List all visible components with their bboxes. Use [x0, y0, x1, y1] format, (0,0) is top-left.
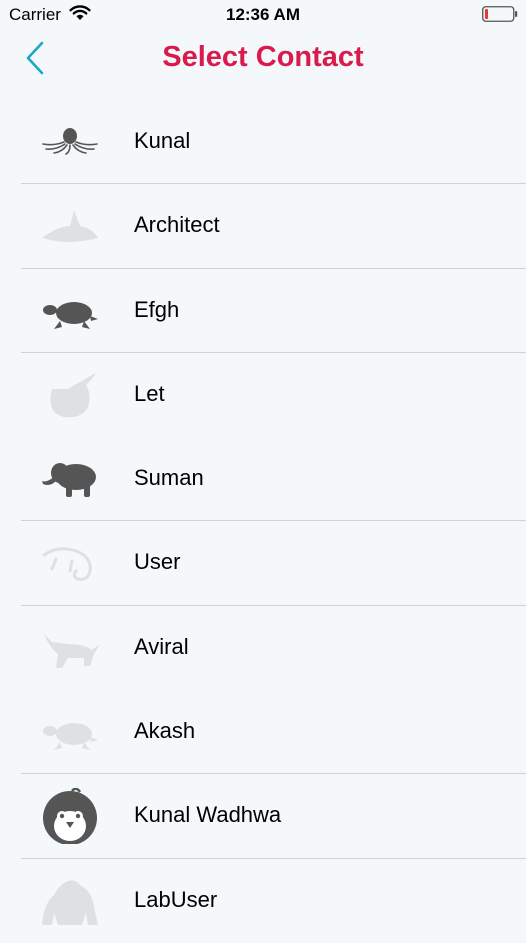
turtle-icon	[43, 301, 98, 329]
contact-name: Suman	[134, 465, 204, 491]
contact-name: Kunal Wadhwa	[134, 802, 282, 828]
contact-row-user[interactable]: User	[0, 521, 526, 607]
contact-name: LabUser	[134, 886, 218, 912]
turtle-icon	[43, 723, 98, 751]
penguin-icon	[43, 788, 97, 845]
contact-row-kunal-wadhwa[interactable]: Kunal Wadhwa	[0, 774, 526, 859]
gorilla-icon	[42, 880, 98, 925]
contact-row-aviral[interactable]: Aviral	[0, 606, 526, 690]
contact-row-kunal[interactable]: Kunal	[0, 100, 526, 185]
contact-list: Kunal Architect Efgh Let Suman User Avir…	[0, 100, 526, 943]
contact-row-suman[interactable]: Suman	[0, 437, 526, 522]
octopus-icon	[42, 128, 98, 155]
page-title: Select Contact	[162, 41, 364, 73]
contact-name: Aviral	[134, 633, 189, 659]
wolf-icon	[44, 633, 100, 668]
status-bar: Carrier 12:36 AM	[0, 0, 526, 30]
contact-row-let[interactable]: Let	[0, 353, 526, 437]
contact-name: User	[134, 549, 181, 575]
status-time: 12:36 AM	[225, 5, 300, 24]
whale-icon	[50, 372, 96, 418]
contact-row-akash[interactable]: Akash	[0, 690, 526, 775]
battery-low-icon	[482, 6, 518, 22]
contact-name: Architect	[134, 212, 220, 238]
contact-name: Efgh	[134, 296, 180, 322]
contact-name: Kunal	[134, 128, 191, 153]
nav-bar: Select Contact	[0, 30, 526, 90]
contact-row-labuser[interactable]: LabUser	[0, 859, 526, 943]
contact-name: Akash	[134, 718, 196, 744]
contact-name: Let	[134, 380, 165, 406]
shark-icon	[42, 210, 98, 243]
contact-row-efgh[interactable]: Efgh	[0, 269, 526, 354]
elephant-icon	[42, 463, 96, 498]
contact-row-architect[interactable]: Architect	[0, 184, 526, 269]
chameleon-icon	[42, 547, 92, 582]
